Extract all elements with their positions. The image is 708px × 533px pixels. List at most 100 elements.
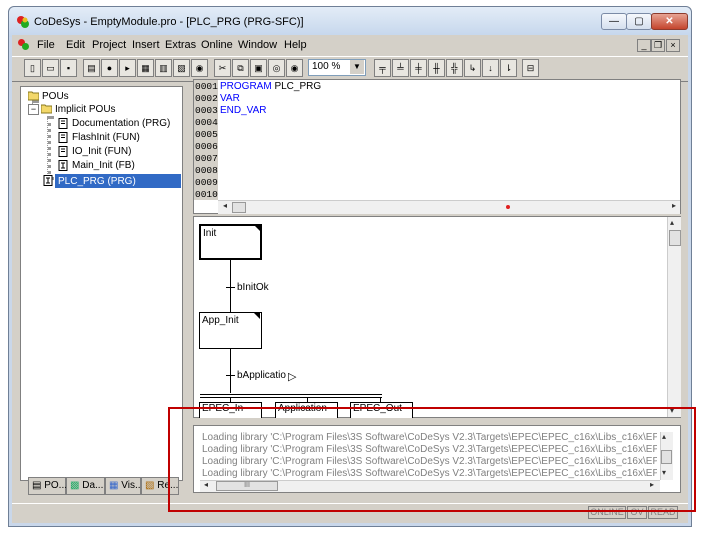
pou-icon xyxy=(58,132,68,143)
mdi-restore-button[interactable]: ❐ xyxy=(651,39,665,52)
folder-icon xyxy=(41,104,52,114)
tab-data-types[interactable]: ▩ Da... xyxy=(66,477,105,495)
document-icon[interactable] xyxy=(17,38,30,51)
line-number: 0003 xyxy=(195,105,218,116)
data-types-icon: ▩ xyxy=(70,480,83,491)
visualization-icon: ▦ xyxy=(109,480,122,491)
new-file-icon[interactable]: ▯ xyxy=(24,59,41,77)
splitter-dot xyxy=(506,205,510,209)
sfc-parallel-bar[interactable] xyxy=(200,394,382,395)
window-title: CoDeSys - EmptyModule.pro - [PLC_PRG (PR… xyxy=(34,16,304,28)
find-next-icon[interactable]: ◉ xyxy=(286,59,303,77)
line-number: 0007 xyxy=(195,153,218,164)
save-icon[interactable]: ▪ xyxy=(60,59,77,77)
tree-item-main-init[interactable]: Main_Init (FB) xyxy=(72,159,135,172)
maximize-button[interactable]: ▢ xyxy=(626,13,652,30)
binoculars-icon[interactable]: ◉ xyxy=(191,59,208,77)
sfc-parallel-bar[interactable] xyxy=(200,397,382,398)
cut-icon[interactable]: ▥ xyxy=(155,59,172,77)
declaration-horizontal-scrollbar[interactable] xyxy=(218,200,680,214)
resources-icon: ▧ xyxy=(145,480,158,491)
tree-item-implicit-pous[interactable]: Implicit POUs xyxy=(55,103,116,116)
menu-file[interactable]: File xyxy=(37,39,55,51)
sfc-transition-label[interactable]: bInitOk xyxy=(237,282,269,293)
truncation-arrow-icon: ▷ xyxy=(288,371,297,383)
highlight-box xyxy=(168,407,696,512)
sfc-macro-icon[interactable]: ⊟ xyxy=(522,59,539,77)
code-line-3[interactable]: END_VAR xyxy=(220,105,267,116)
sfc-step-transition-before-icon[interactable]: ╤ xyxy=(374,59,391,77)
line-number: 0002 xyxy=(195,93,218,104)
code-line-1[interactable]: PROGRAM PLC_PRG xyxy=(220,81,321,92)
tab-pous-label: PO... xyxy=(44,480,68,491)
sfc-connection xyxy=(230,349,231,393)
sfc-jump-label-icon[interactable]: ⇂ xyxy=(500,59,517,77)
folder-icon xyxy=(28,91,39,101)
sfc-transition-bar[interactable] xyxy=(226,375,235,376)
scroll-up-icon[interactable]: ▴ xyxy=(670,218,674,227)
sfc-editor[interactable] xyxy=(193,216,681,418)
clipboard-icon[interactable]: ▣ xyxy=(250,59,267,77)
sfc-step-transition-after-icon[interactable]: ╧ xyxy=(392,59,409,77)
tree-item-flashinit[interactable]: FlashInit (FUN) xyxy=(72,131,140,144)
sfc-alternative-branch-icon[interactable]: ╪ xyxy=(410,59,427,77)
codesys-app-icon xyxy=(17,16,29,28)
scissors-icon[interactable]: ✂ xyxy=(214,59,231,77)
code-line-2[interactable]: VAR xyxy=(220,93,240,104)
tab-visualizations[interactable]: ▦ Vis... xyxy=(105,477,143,495)
sfc-transition-label[interactable]: bApplicatio xyxy=(237,370,286,381)
close-button[interactable]: ✕ xyxy=(651,13,688,30)
open-folder-icon[interactable]: ▭ xyxy=(42,59,59,77)
sfc-label-icon[interactable]: ↓ xyxy=(482,59,499,77)
keyword-end-var: END_VAR xyxy=(220,105,267,116)
tree-item-io-init[interactable]: IO_Init (FUN) xyxy=(72,145,131,158)
menu-project[interactable]: Project xyxy=(92,39,126,51)
build-icon[interactable]: ▤ xyxy=(83,59,100,77)
step-icon[interactable]: ▦ xyxy=(137,59,154,77)
tab-data-types-label: Da... xyxy=(82,480,104,491)
mdi-close-button[interactable]: × xyxy=(666,39,680,52)
sfc-pou-icon xyxy=(43,175,53,186)
line-number: 0009 xyxy=(195,177,218,188)
pou-tab-icon: ▤ xyxy=(32,480,45,491)
run-icon[interactable]: ▸ xyxy=(119,59,136,77)
line-number: 0005 xyxy=(195,129,218,140)
stop-icon[interactable]: ● xyxy=(101,59,118,77)
menu-edit[interactable]: Edit xyxy=(66,39,85,51)
find-icon[interactable]: ◎ xyxy=(268,59,285,77)
menu-insert[interactable]: Insert xyxy=(132,39,160,51)
minimize-button[interactable]: — xyxy=(601,13,627,30)
scroll-thumb[interactable] xyxy=(232,202,246,213)
chevron-down-icon[interactable]: ▼ xyxy=(350,60,364,74)
scroll-right-icon[interactable]: ▸ xyxy=(672,201,676,210)
collapse-icon[interactable]: − xyxy=(28,104,39,115)
sfc-transition-bar[interactable] xyxy=(226,287,235,288)
mdi-minimize-button[interactable]: _ xyxy=(637,39,651,52)
sfc-parallel-branch-icon[interactable]: ╫ xyxy=(428,59,445,77)
sfc-step-init[interactable]: Init xyxy=(199,224,262,260)
paste-icon[interactable]: ▧ xyxy=(173,59,190,77)
menu-help[interactable]: Help xyxy=(284,39,307,51)
menu-online[interactable]: Online xyxy=(201,39,233,51)
line-number: 0004 xyxy=(195,117,218,128)
tree-item-plc-prg[interactable]: PLC_PRG (PRG) xyxy=(58,175,136,188)
copy-icon[interactable]: ⧉ xyxy=(232,59,249,77)
scroll-left-icon[interactable]: ◂ xyxy=(223,201,227,210)
sfc-pou-icon xyxy=(58,160,68,171)
scroll-thumb[interactable] xyxy=(669,230,681,246)
program-name: PLC_PRG xyxy=(271,81,322,92)
line-number: 0008 xyxy=(195,165,218,176)
sfc-jump-icon[interactable]: ↳ xyxy=(464,59,481,77)
sfc-step-label: App_Init xyxy=(202,315,239,326)
tab-pous[interactable]: ▤ PO... xyxy=(28,477,68,495)
menu-window[interactable]: Window xyxy=(238,39,277,51)
sfc-vertical-scrollbar[interactable] xyxy=(667,217,681,417)
menu-extras[interactable]: Extras xyxy=(165,39,196,51)
sfc-step-app-init[interactable]: App_Init xyxy=(199,312,262,349)
tree-item-documentation[interactable]: Documentation (PRG) xyxy=(72,117,170,130)
keyword-var: VAR xyxy=(220,93,240,104)
pou-icon xyxy=(58,118,68,129)
declaration-editor[interactable] xyxy=(193,79,681,214)
tree-item-pous[interactable]: POUs xyxy=(42,90,69,103)
sfc-add-branch-icon[interactable]: ╬ xyxy=(446,59,463,77)
